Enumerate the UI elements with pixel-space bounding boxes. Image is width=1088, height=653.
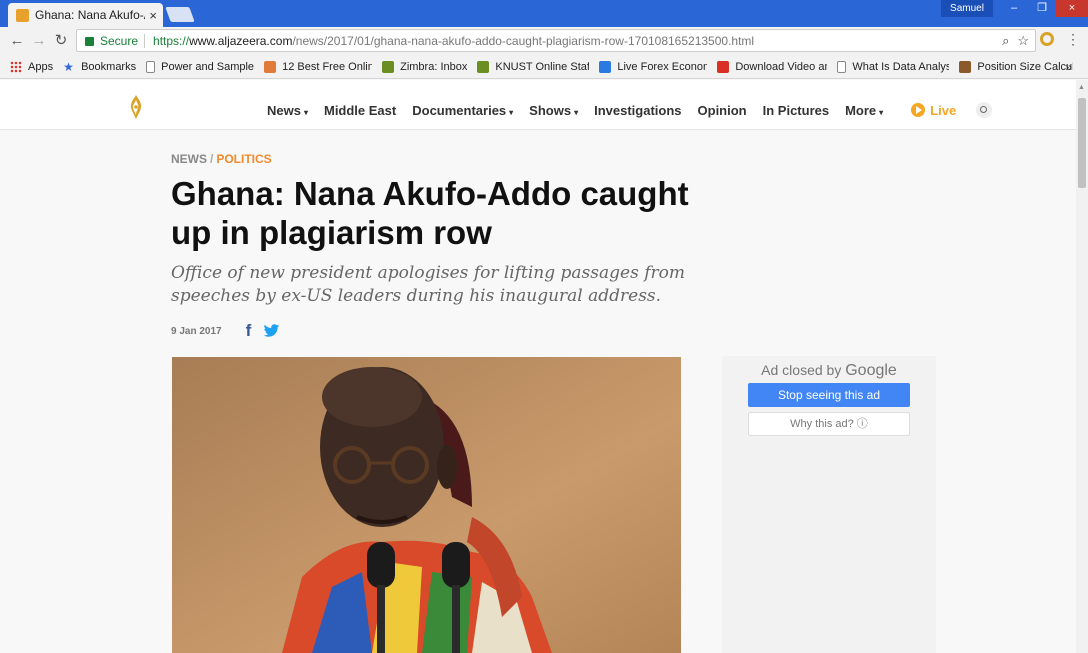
nav-documentaries[interactable]: Documentaries ▾ bbox=[412, 103, 513, 118]
url-scheme: https:// bbox=[153, 33, 190, 48]
secure-label: Secure bbox=[100, 33, 139, 48]
maximize-button[interactable]: ❐ bbox=[1028, 0, 1056, 17]
google-wordmark: Google bbox=[845, 362, 897, 379]
tab-title: Ghana: Nana Akufo-Addo bbox=[35, 8, 145, 22]
reload-button[interactable]: ↻ bbox=[52, 32, 70, 50]
breadcrumb-news-link[interactable]: NEWS bbox=[171, 152, 207, 166]
site-icon bbox=[959, 60, 972, 73]
bookmark-star-icon[interactable]: ☆ bbox=[1017, 33, 1029, 49]
bookmark-label: Download Video and bbox=[735, 60, 828, 73]
site-icon bbox=[717, 60, 730, 73]
ad-closed-message: Ad closed by Google bbox=[761, 362, 897, 379]
bookmark-item[interactable]: ★ Bookmarks bbox=[63, 61, 136, 73]
breadcrumb-politics-link[interactable]: POLITICS bbox=[216, 152, 271, 166]
twitter-share-icon[interactable] bbox=[263, 324, 280, 338]
bookmark-label: Apps bbox=[28, 60, 54, 73]
chevron-down-icon: ▾ bbox=[303, 107, 308, 117]
close-tab-icon[interactable]: × bbox=[149, 8, 157, 23]
zoom-icon[interactable]: ⌕ bbox=[1002, 33, 1009, 49]
bookmark-label: Power and Sample Si bbox=[161, 60, 255, 73]
browser-menu-icon[interactable]: ⋮ bbox=[1066, 31, 1080, 47]
article-headline: Ghana: Nana Akufo-Addo caught up in plag… bbox=[171, 175, 689, 251]
bookmark-label: Zimbra: Inbox bbox=[400, 60, 468, 73]
address-bar[interactable]: Secure https:// www.aljazeera.com /news/… bbox=[76, 29, 1036, 52]
bookmark-item[interactable]: 12 Best Free Online E bbox=[264, 60, 373, 73]
article-hero-image[interactable] bbox=[172, 357, 681, 653]
bookmark-label: Live Forex Economic bbox=[617, 60, 707, 73]
page-icon bbox=[837, 60, 847, 73]
site-header: News ▾ Middle East Documentaries ▾ Shows ▾ … bbox=[0, 80, 1076, 130]
bookmarks-overflow-button[interactable]: » bbox=[1065, 60, 1072, 74]
nav-middle-east[interactable]: Middle East bbox=[324, 103, 396, 118]
bookmark-label: KNUST Online Staff P bbox=[495, 60, 590, 73]
profile-badge[interactable]: Samuel bbox=[941, 0, 993, 17]
bookmark-label: What Is Data Analysis bbox=[852, 60, 950, 73]
breadcrumb: NEWS / POLITICS bbox=[171, 152, 272, 166]
url-divider bbox=[144, 33, 146, 48]
article-date: 9 Jan 2017 bbox=[171, 325, 222, 337]
site-icon bbox=[599, 60, 612, 73]
live-label: Live bbox=[930, 102, 957, 118]
lock-icon bbox=[85, 37, 94, 46]
bookmark-item[interactable]: Download Video and bbox=[717, 60, 828, 73]
url-domain: www.aljazeera.com bbox=[189, 33, 293, 48]
browser-titlebar: Ghana: Nana Akufo-Addo × Samuel – ❐ × bbox=[0, 0, 1088, 27]
bookmark-item[interactable]: What Is Data Analysis bbox=[837, 60, 950, 73]
bookmark-label: 12 Best Free Online E bbox=[282, 60, 373, 73]
close-window-button[interactable]: × bbox=[1056, 0, 1088, 17]
chevron-down-icon: ▾ bbox=[879, 107, 884, 117]
play-icon bbox=[911, 103, 926, 117]
facebook-share-icon[interactable]: f bbox=[246, 321, 252, 341]
url-path: /news/2017/01/ghana-nana-akufo-addo-caug… bbox=[292, 33, 755, 48]
nav-news[interactable]: News ▾ bbox=[267, 103, 308, 118]
breadcrumb-separator: / bbox=[210, 152, 214, 166]
bookmarks-bar: Apps ★ Bookmarks Power and Sample Si 12 B… bbox=[0, 55, 1088, 79]
live-button[interactable]: Live bbox=[911, 103, 956, 118]
browser-toolbar: ← → ↻ Secure https:// www.aljazeera.com … bbox=[0, 27, 1088, 55]
chevron-down-icon: ▾ bbox=[574, 107, 579, 117]
bookmark-label: Bookmarks bbox=[81, 60, 137, 73]
page-scrollbar[interactable]: ▲ bbox=[1076, 80, 1088, 653]
nav-shows[interactable]: Shows ▾ bbox=[529, 103, 578, 118]
extension-icon[interactable] bbox=[1040, 32, 1054, 46]
hero-photo bbox=[172, 357, 681, 653]
article-subhead: Office of new president apologises for l… bbox=[171, 263, 685, 306]
site-icon bbox=[477, 60, 490, 73]
aljazeera-logo-icon[interactable] bbox=[127, 94, 145, 120]
nav-more[interactable]: More ▾ bbox=[845, 103, 883, 118]
chevron-down-icon: ▾ bbox=[509, 107, 514, 117]
why-this-ad-button[interactable]: Why this ad? ⓘ bbox=[748, 412, 910, 436]
page-icon bbox=[146, 60, 156, 73]
back-button[interactable]: ← bbox=[8, 32, 26, 50]
bookmark-item[interactable]: Live Forex Economic bbox=[599, 60, 707, 73]
bookmark-item[interactable]: Position Size Calculat bbox=[959, 60, 1074, 73]
bookmark-item[interactable]: Apps bbox=[10, 60, 54, 73]
main-nav: News ▾ Middle East Documentaries ▾ Shows ▾ … bbox=[267, 102, 993, 118]
site-icon bbox=[382, 60, 395, 73]
aljazeera-favicon-icon bbox=[16, 8, 29, 22]
nav-in-pictures[interactable]: In Pictures bbox=[763, 103, 829, 118]
scroll-up-icon[interactable]: ▲ bbox=[1078, 84, 1085, 91]
site-icon bbox=[264, 60, 277, 73]
article-byline: 9 Jan 2017 f bbox=[171, 321, 280, 341]
forward-button[interactable]: → bbox=[30, 32, 48, 50]
new-tab-button[interactable] bbox=[165, 7, 195, 22]
browser-tab[interactable]: Ghana: Nana Akufo-Addo × bbox=[8, 3, 163, 27]
ad-slot: Ad closed by Google Stop seeing this ad … bbox=[722, 356, 936, 653]
scrollbar-thumb[interactable] bbox=[1078, 98, 1086, 188]
apps-grid-icon bbox=[10, 60, 22, 73]
stop-seeing-ad-button[interactable]: Stop seeing this ad bbox=[748, 383, 910, 407]
nav-opinion[interactable]: Opinion bbox=[698, 103, 747, 118]
bookmark-item[interactable]: Power and Sample Si bbox=[146, 60, 255, 73]
bookmark-item[interactable]: KNUST Online Staff P bbox=[477, 60, 590, 73]
star-icon: ★ bbox=[63, 60, 74, 73]
minimize-button[interactable]: – bbox=[1000, 0, 1028, 17]
nav-investigations[interactable]: Investigations bbox=[594, 103, 681, 118]
bookmark-label: Position Size Calculat bbox=[977, 60, 1074, 73]
search-icon[interactable] bbox=[976, 102, 993, 118]
bookmark-item[interactable]: Zimbra: Inbox bbox=[382, 60, 468, 73]
